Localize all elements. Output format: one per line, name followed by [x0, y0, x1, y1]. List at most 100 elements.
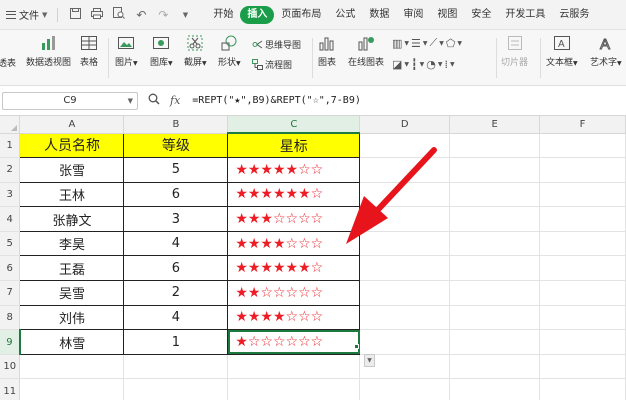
- name-box[interactable]: C9 ▼: [2, 91, 138, 110]
- cell[interactable]: [359, 206, 451, 232]
- shape-button[interactable]: 形状▼: [218, 34, 241, 68]
- pivot-table-button[interactable]: 透表: [0, 56, 16, 69]
- stock-chart-icon[interactable]: ┇: [411, 58, 418, 71]
- tab-view[interactable]: 视图: [430, 6, 464, 24]
- cell[interactable]: [449, 206, 541, 232]
- cell-B8[interactable]: 4: [123, 304, 229, 331]
- row-header[interactable]: 6: [0, 255, 21, 282]
- cell[interactable]: [449, 280, 541, 306]
- cell-A5[interactable]: 李昊: [19, 230, 125, 257]
- cell-B2[interactable]: 5: [123, 157, 229, 183]
- chart-type-buttons-2[interactable]: ◪ ▼ ┇ ▼ ◔ ▼ ⁞ ▼: [392, 58, 455, 71]
- tab-security[interactable]: 安全: [464, 6, 498, 24]
- cell[interactable]: [539, 329, 626, 355]
- mindmap-button[interactable]: 思维导图: [252, 38, 301, 51]
- column-header-selected[interactable]: C: [227, 116, 361, 134]
- cell-C2[interactable]: ★★★★★☆☆: [227, 157, 361, 183]
- tab-review[interactable]: 审阅: [396, 6, 430, 24]
- cell-B9[interactable]: 1: [123, 329, 229, 355]
- area-chart-icon[interactable]: ◪: [392, 58, 402, 71]
- chevron-down-icon[interactable]: ▼: [176, 11, 194, 19]
- pivot-chart-button[interactable]: 数据透视图: [26, 34, 71, 68]
- textbox-button[interactable]: A 文本框▼: [546, 34, 578, 68]
- online-chart-button[interactable]: 在线图表: [348, 34, 384, 68]
- chart-type-buttons[interactable]: ▥ ▼ ☰ ▼ ⟋ ▼ ⬠ ▼: [392, 36, 462, 50]
- cell-A4[interactable]: 张静文: [19, 206, 125, 232]
- print-preview-icon[interactable]: [110, 7, 128, 22]
- cell-C7[interactable]: ★★☆☆☆☆☆: [227, 280, 361, 306]
- row-header[interactable]: 11: [0, 378, 21, 400]
- cell-A9[interactable]: 林雪: [19, 329, 125, 355]
- row-header[interactable]: 1: [0, 133, 21, 159]
- undo-icon[interactable]: ↶: [132, 8, 150, 22]
- cell[interactable]: [359, 280, 451, 306]
- redo-icon[interactable]: ↷: [154, 8, 172, 22]
- cell[interactable]: [539, 255, 626, 282]
- column-chart-icon[interactable]: ▥: [392, 37, 402, 50]
- select-all-corner[interactable]: [0, 116, 21, 134]
- cell-C3[interactable]: ★★★★★★☆: [227, 181, 361, 208]
- tab-insert[interactable]: 插入: [240, 5, 275, 24]
- tab-data[interactable]: 数据: [362, 6, 396, 24]
- column-header[interactable]: F: [539, 116, 626, 134]
- cell[interactable]: [359, 182, 451, 208]
- bar-chart-icon[interactable]: ☰: [411, 37, 421, 50]
- cell[interactable]: [227, 354, 361, 380]
- radar-chart-icon[interactable]: ⬠: [446, 37, 456, 50]
- column-header[interactable]: D: [359, 116, 451, 134]
- screenshot-button[interactable]: 截屏▼: [184, 34, 207, 68]
- cell[interactable]: [359, 255, 451, 282]
- cell-C8[interactable]: ★★★★☆☆☆: [227, 304, 361, 331]
- pie-chart-icon[interactable]: ◔: [426, 58, 436, 71]
- cell[interactable]: [123, 378, 229, 400]
- cell-A6[interactable]: 王磊: [19, 255, 125, 282]
- cell-C4[interactable]: ★★★☆☆☆☆: [227, 206, 361, 232]
- cell-A2[interactable]: 张雪: [19, 157, 125, 183]
- cell[interactable]: [227, 378, 361, 400]
- cell-C1[interactable]: 星标: [227, 132, 361, 159]
- line-chart-icon[interactable]: ⟋: [430, 36, 438, 50]
- cell-A7[interactable]: 吴雪: [19, 280, 125, 306]
- row-header[interactable]: 8: [0, 305, 21, 331]
- cell[interactable]: [359, 329, 451, 355]
- cell[interactable]: [539, 133, 626, 159]
- quick-analysis-button[interactable]: ▼: [364, 354, 375, 367]
- fill-handle[interactable]: [354, 344, 359, 349]
- cell[interactable]: [539, 354, 626, 380]
- cell[interactable]: [449, 157, 541, 183]
- cell-B7[interactable]: 2: [123, 280, 229, 306]
- cell[interactable]: [449, 133, 541, 159]
- chart-button[interactable]: 图表: [318, 34, 336, 68]
- cell-B4[interactable]: 3: [123, 206, 229, 232]
- cell[interactable]: [359, 133, 451, 159]
- tab-developer[interactable]: 开发工具: [498, 6, 552, 24]
- slicer-button[interactable]: 切片器: [501, 34, 528, 68]
- cell[interactable]: [539, 305, 626, 331]
- row-header[interactable]: 7: [0, 280, 21, 306]
- column-header[interactable]: A: [19, 116, 125, 134]
- wordart-button[interactable]: A 艺术字▼: [590, 34, 622, 69]
- cell[interactable]: [449, 255, 541, 282]
- row-header[interactable]: 5: [0, 231, 21, 257]
- cell-A3[interactable]: 王林: [19, 181, 125, 208]
- cell[interactable]: [539, 206, 626, 232]
- row-header[interactable]: 4: [0, 206, 21, 232]
- row-header-selected[interactable]: 9: [0, 329, 21, 355]
- cell-A1[interactable]: 人员名称: [19, 132, 125, 159]
- cell[interactable]: [449, 305, 541, 331]
- row-header[interactable]: 10: [0, 354, 21, 380]
- cell[interactable]: [359, 157, 451, 183]
- cell[interactable]: [123, 354, 229, 380]
- zoom-icon[interactable]: [148, 93, 164, 108]
- gallery-button[interactable]: 图库▼: [150, 34, 173, 68]
- cell-A8[interactable]: 刘伟: [19, 304, 125, 331]
- cell[interactable]: [19, 378, 125, 400]
- cell[interactable]: [449, 182, 541, 208]
- cell[interactable]: [449, 231, 541, 257]
- picture-button[interactable]: 图片▼: [115, 34, 138, 68]
- row-header[interactable]: 3: [0, 182, 21, 208]
- cell[interactable]: [359, 305, 451, 331]
- cell[interactable]: [359, 231, 451, 257]
- column-header[interactable]: B: [123, 116, 229, 134]
- table-button[interactable]: 表格: [80, 34, 98, 68]
